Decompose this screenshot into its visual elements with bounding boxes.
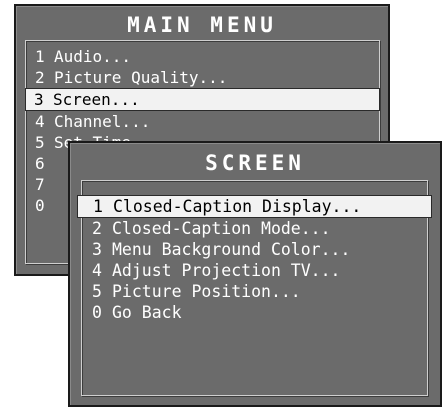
menu-item-picture-quality[interactable]: 2 Picture Quality... <box>26 67 379 88</box>
menu-item-label: Adjust Projection TV... <box>112 261 341 280</box>
menu-item-number: 4 <box>92 261 102 280</box>
menu-item-label: Menu Background Color... <box>112 240 351 259</box>
menu-item-label: Screen... <box>53 90 140 109</box>
menu-item-number: 6 <box>35 154 45 173</box>
screen-menu-list: 1 Closed-Caption Display... 2 Closed-Capti… <box>77 195 432 323</box>
menu-item-number: 1 <box>93 197 103 216</box>
menu-item-number: 3 <box>92 240 102 259</box>
menu-item-label: Channel... <box>54 112 151 131</box>
screen-menu-title: SCREEN <box>205 151 305 175</box>
menu-item-label: Closed-Caption Display... <box>113 197 362 216</box>
menu-item-number: 3 <box>34 90 44 109</box>
menu-item-label: Audio... <box>54 47 132 66</box>
menu-item-picture-position[interactable]: 5 Picture Position... <box>82 281 427 302</box>
menu-item-number: 0 <box>92 303 102 322</box>
menu-item-number: 7 <box>35 175 45 194</box>
menu-item-label: Picture Position... <box>112 282 301 301</box>
menu-item-menu-background-color[interactable]: 3 Menu Background Color... <box>82 239 427 260</box>
menu-item-closed-caption-mode[interactable]: 2 Closed-Caption Mode... <box>82 218 427 239</box>
screen-menu-panel: 1 Closed-Caption Display... 2 Closed-Capti… <box>77 180 432 396</box>
menu-item-number: 1 <box>35 47 45 66</box>
menu-item-label: Picture Quality... <box>54 68 228 87</box>
menu-item-number: 0 <box>35 196 45 215</box>
menu-item-number: 2 <box>35 68 45 87</box>
menu-item-audio[interactable]: 1 Audio... <box>26 46 379 67</box>
menu-item-screen[interactable]: 3 Screen... <box>25 88 380 111</box>
main-menu-title: MAIN MENU <box>127 13 277 37</box>
menu-item-number: 5 <box>35 133 45 152</box>
menu-item-channel[interactable]: 4 Channel... <box>26 111 379 132</box>
menu-item-label: Closed-Caption Mode... <box>112 219 331 238</box>
menu-item-closed-caption-display[interactable]: 1 Closed-Caption Display... <box>77 195 432 218</box>
menu-item-adjust-projection-tv[interactable]: 4 Adjust Projection TV... <box>82 260 427 281</box>
menu-item-number: 4 <box>35 112 45 131</box>
menu-item-label: Go Back <box>112 303 182 322</box>
screen-menu-window: SCREEN 1 Closed-Caption Display... 2 Close… <box>68 141 442 407</box>
menu-item-number: 2 <box>92 219 102 238</box>
menu-item-go-back[interactable]: 0 Go Back <box>82 302 427 323</box>
menu-item-number: 5 <box>92 282 102 301</box>
